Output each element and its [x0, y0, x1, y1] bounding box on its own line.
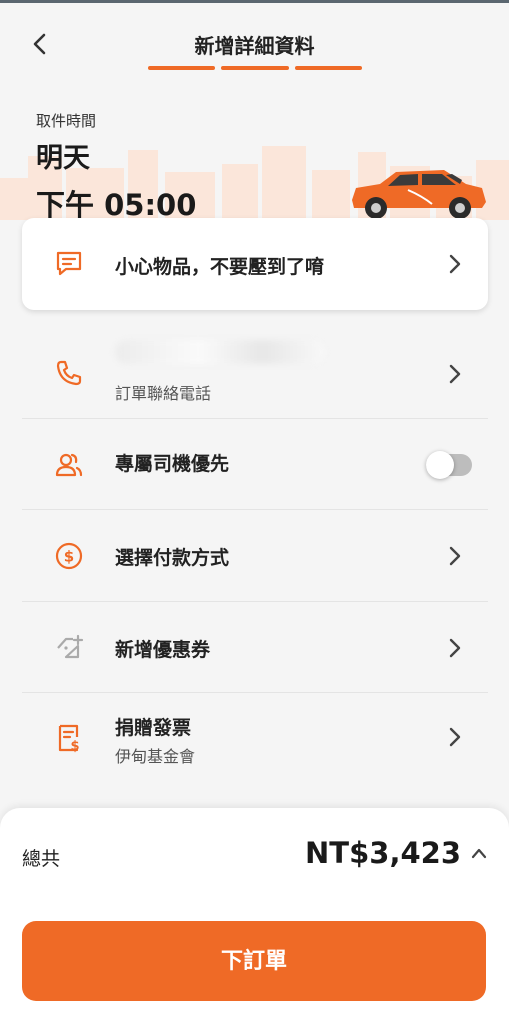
coupon-label: 新增優惠券: [115, 639, 211, 661]
chevron-right-icon: [449, 638, 461, 658]
chevron-up-icon[interactable]: [471, 846, 487, 860]
invoice-donation-row[interactable]: $ 捐贈發票 伊甸基金會: [22, 693, 488, 785]
page-title: 新增詳細資料: [194, 34, 315, 58]
chevron-right-icon: [449, 254, 461, 274]
invoice-donation-label: 捐贈發票: [115, 717, 192, 739]
pickup-time: 下午 05:00: [36, 188, 197, 220]
header: 新增詳細資料: [0, 14, 509, 74]
total-label: 總共: [22, 848, 61, 870]
payment-method-row[interactable]: $ 選擇付款方式: [22, 510, 488, 602]
message-icon: [56, 251, 82, 276]
phone-icon: [56, 360, 82, 386]
progress-step: [294, 66, 362, 70]
svg-text:$: $: [70, 739, 79, 753]
car-illustration: [352, 170, 486, 219]
svg-text:$: $: [64, 548, 74, 566]
note-card[interactable]: 小心物品，不要壓到了唷: [22, 218, 488, 310]
coupon-row[interactable]: 新增優惠券: [22, 602, 488, 693]
exclusive-driver-toggle[interactable]: [426, 451, 472, 479]
pickup-time-label: 取件時間: [36, 112, 97, 130]
contact-phone-row[interactable]: 訂單聯絡電話: [22, 326, 488, 419]
order-summary-sheet: 總共 NT$3,423 下訂單: [0, 808, 509, 1024]
toggle-knob: [426, 451, 454, 479]
progress-step: [221, 66, 289, 70]
exclusive-driver-row: 專屬司機優先: [22, 419, 488, 510]
exclusive-driver-label: 專屬司機優先: [115, 453, 230, 475]
total-price: NT$3,423: [305, 836, 461, 870]
pickup-day: 明天: [36, 143, 90, 174]
dollar-icon: $: [55, 542, 83, 570]
chevron-right-icon: [449, 364, 461, 384]
place-order-button[interactable]: 下訂單: [22, 921, 486, 1001]
invoice-donation-recipient: 伊甸基金會: [115, 747, 196, 766]
note-text: 小心物品，不要壓到了唷: [115, 256, 325, 278]
redacted-phone-number: [115, 340, 325, 364]
status-bar-edge: [0, 0, 509, 3]
contact-phone-label: 訂單聯絡電話: [115, 384, 212, 403]
progress-step: [148, 66, 216, 70]
users-icon: [55, 453, 83, 477]
tag-plus-icon: [57, 634, 84, 659]
payment-method-label: 選擇付款方式: [115, 547, 230, 569]
pickup-hero: 取件時間 明天 下午 05:00: [0, 90, 509, 220]
progress-steps: [148, 66, 362, 70]
chevron-right-icon: [449, 546, 461, 566]
chevron-right-icon: [449, 727, 461, 747]
receipt-icon: $: [58, 724, 80, 753]
